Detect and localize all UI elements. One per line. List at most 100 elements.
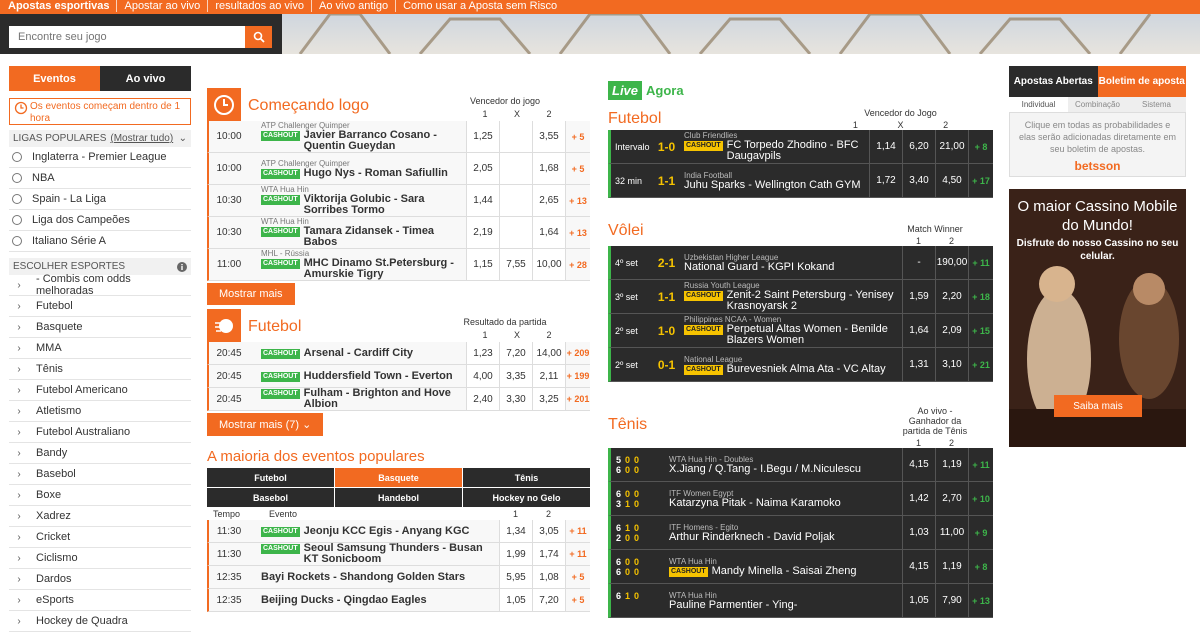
sport-item[interactable]: › Bandy <box>9 443 191 464</box>
nav-link[interactable]: Como usar a Aposta sem Risco <box>396 0 564 12</box>
odd-2[interactable]: 2,70 <box>935 482 968 515</box>
event-row[interactable]: 10:00 ATP Challenger Quimper CASHOUT Javi… <box>207 121 590 153</box>
more-markets[interactable]: + 11 <box>565 543 590 565</box>
sport-item[interactable]: › Atletismo <box>9 401 191 422</box>
more-markets[interactable]: + 11 <box>968 246 993 279</box>
odd-1[interactable]: 4,00 <box>466 365 499 387</box>
league-item[interactable]: Liga dos Campeões <box>9 210 191 231</box>
odd-1[interactable]: 2,40 <box>466 388 499 410</box>
more-markets[interactable]: + 199 <box>565 365 590 387</box>
event-name[interactable]: Jeonju KCC Egis - Anyang KGC <box>304 526 470 537</box>
odd-2[interactable]: 4,50 <box>935 164 968 197</box>
odd-1[interactable]: 1,05 <box>902 584 935 617</box>
odd-x[interactable]: 6,20 <box>902 130 935 163</box>
event-name[interactable]: Pauline Parmentier - Ying- <box>669 599 797 611</box>
sport-item[interactable]: › MMA <box>9 338 191 359</box>
sport-item[interactable]: › - Combis com odds melhoradas <box>9 273 191 297</box>
odd-1[interactable]: 1,31 <box>902 348 935 381</box>
radio-icon[interactable] <box>12 215 22 225</box>
sport-item[interactable]: › Xadrez <box>9 506 191 527</box>
event-name[interactable]: Beijing Ducks - Qingdao Eagles <box>261 595 427 606</box>
sport-item[interactable]: › Dardos <box>9 569 191 590</box>
odd-1[interactable]: 1,15 <box>466 249 499 280</box>
more-markets[interactable]: + 201 <box>565 388 590 410</box>
odd-1[interactable]: 1,64 <box>902 314 935 347</box>
odd-2[interactable]: 2,65 <box>532 185 565 216</box>
event-name[interactable]: Arsenal - Cardiff City <box>304 348 413 359</box>
odd-2[interactable]: 190,00 <box>935 246 968 279</box>
event-row[interactable]: 10:30 WTA Hua Hin CASHOUT Viktorija Golub… <box>207 185 590 217</box>
event-name[interactable]: Zenit-2 Saint Petersburg - Yenisey Krasn… <box>727 290 902 312</box>
sport-item[interactable]: › Hockey de Quadra <box>9 611 191 632</box>
event-name[interactable]: Bayi Rockets - Shandong Golden Stars <box>261 572 465 583</box>
event-name[interactable]: Huddersfield Town - Everton <box>304 371 453 382</box>
odd-1[interactable]: 5,95 <box>499 566 532 588</box>
more-markets[interactable]: + 5 <box>565 589 590 611</box>
chevron-down-icon[interactable]: ⌄ <box>179 133 187 144</box>
odd-2[interactable]: 2,09 <box>935 314 968 347</box>
more-markets[interactable]: + 5 <box>565 121 590 152</box>
tab-betslip[interactable]: Boletim de aposta <box>1097 66 1186 97</box>
sport-item[interactable]: › Cricket <box>9 527 191 548</box>
sport-item[interactable]: › Basebol <box>9 464 191 485</box>
odd-x[interactable]: 3,40 <box>902 164 935 197</box>
odd-1[interactable]: 1,99 <box>499 543 532 565</box>
live-event-row[interactable]: 2º set 1-0 Philippines NCAA - Women CASH… <box>608 314 993 348</box>
odd-1[interactable]: 1,72 <box>869 164 902 197</box>
more-markets[interactable]: + 11 <box>565 520 590 542</box>
event-row[interactable]: 20:45 CASHOUT Fulham - Brighton and Hove … <box>207 388 590 411</box>
event-name[interactable]: Fulham - Brighton and Hove Albion <box>304 388 466 410</box>
radio-icon[interactable] <box>12 173 22 183</box>
odd-x[interactable]: 7,55 <box>499 249 532 280</box>
more-markets[interactable]: + 9 <box>968 516 993 549</box>
event-row[interactable]: 10:30 WTA Hua Hin CASHOUT Tamara Zidansek… <box>207 217 590 249</box>
odd-1[interactable]: 1,03 <box>902 516 935 549</box>
subtab-individual[interactable]: Individual <box>1009 97 1068 112</box>
event-name[interactable]: Arthur Rinderknech - David Poljak <box>669 531 835 543</box>
sport-tab[interactable]: Futebol <box>207 468 334 487</box>
event-name[interactable]: Viktorija Golubic - Sara Sorribes Tormo <box>304 194 466 216</box>
learn-more-button[interactable]: Saiba mais <box>1054 395 1142 417</box>
tab-open-bets[interactable]: Apostas Abertas <box>1009 66 1098 97</box>
odd-2[interactable]: 1,74 <box>532 543 565 565</box>
tab-ao-vivo[interactable]: Ao vivo <box>100 66 191 91</box>
odd-2[interactable]: 3,10 <box>935 348 968 381</box>
event-row[interactable]: 12:35 Beijing Ducks - Qingdao Eagles 1,0… <box>207 589 590 612</box>
live-event-row[interactable]: 2º set 0-1 National League CASHOUT Bureve… <box>608 348 993 382</box>
event-name[interactable]: Katarzyna Pitak - Naima Karamoko <box>669 497 841 509</box>
odd-1[interactable]: 2,05 <box>466 153 499 184</box>
event-name[interactable]: Javier Barranco Cosano - Quentin Gueydan <box>304 130 466 152</box>
sport-item[interactable]: › Tênis <box>9 359 191 380</box>
odd-2[interactable]: 1,08 <box>532 566 565 588</box>
more-markets[interactable]: + 15 <box>968 314 993 347</box>
event-name[interactable]: Hugo Nys - Roman Safiullin <box>304 167 448 179</box>
odd-1[interactable]: 1,44 <box>466 185 499 216</box>
odd-x[interactable] <box>499 185 532 216</box>
event-row[interactable]: 11:00 MHL - Rússia CASHOUT MHC Dinamo St.… <box>207 249 590 281</box>
event-name[interactable]: Burevesniek Alma Ata - VC Altay <box>727 363 886 375</box>
event-row[interactable]: 11:30 CASHOUT Jeonju KCC Egis - Anyang KG… <box>207 520 590 543</box>
odd-2[interactable]: 7,90 <box>935 584 968 617</box>
odd-2[interactable]: 3,05 <box>532 520 565 542</box>
odd-1[interactable]: 1,34 <box>499 520 532 542</box>
sport-item[interactable]: › Futebol Americano <box>9 380 191 401</box>
subtab-combination[interactable]: Combinação <box>1068 97 1127 112</box>
show-more-football-button[interactable]: Mostrar mais (7) ⌄ <box>207 413 324 436</box>
live-event-row[interactable]: Intervalo 1-0 Club Friendlies CASHOUT FC … <box>608 130 993 164</box>
more-markets[interactable]: + 13 <box>565 185 590 216</box>
sport-item[interactable]: › Boxe <box>9 485 191 506</box>
casino-ad[interactable]: O maior Cassino Mobile do Mundo! Disfrut… <box>1009 189 1186 447</box>
odd-2[interactable]: 1,68 <box>532 153 565 184</box>
odd-2[interactable]: 14,00 <box>532 342 565 364</box>
info-icon[interactable] <box>177 261 187 272</box>
show-all-link[interactable]: (Mostrar tudo) <box>110 133 173 144</box>
odd-2[interactable]: 10,00 <box>532 249 565 280</box>
live-event-row[interactable]: 610 200 ITF Homens - Egito Arthur Rinder… <box>608 516 993 550</box>
odd-2[interactable]: 3,55 <box>532 121 565 152</box>
odd-2[interactable]: 3,25 <box>532 388 565 410</box>
event-name[interactable]: National Guard - KGPI Kokand <box>684 261 834 273</box>
live-event-row[interactable]: 500 600 WTA Hua Hin - Doubles X.Jiang / … <box>608 448 993 482</box>
event-row[interactable]: 20:45 CASHOUT Huddersfield Town - Everton… <box>207 365 590 388</box>
radio-icon[interactable] <box>12 152 22 162</box>
league-item[interactable]: NBA <box>9 168 191 189</box>
